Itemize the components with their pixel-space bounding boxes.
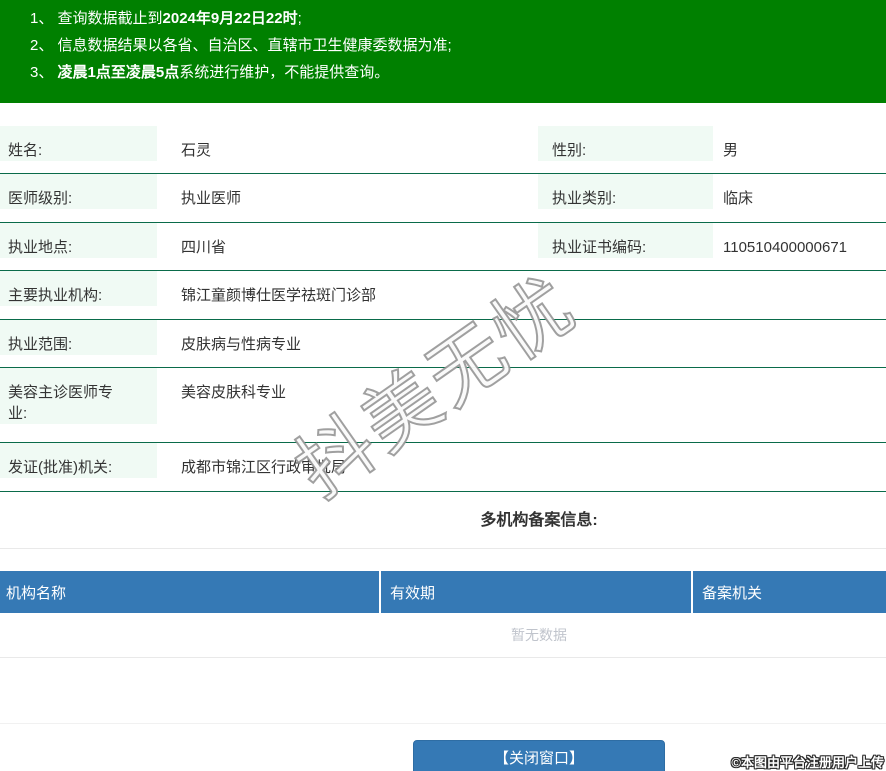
- value-primary-institution: 锦江童颜博仕医学祛斑门诊部: [181, 287, 377, 304]
- value-doctor-level: 执业医师: [181, 190, 242, 207]
- practitioner-info-table: 姓名: 石灵 性别: 男 医师级别: 执业医师 执业类别: 临床 执业地点: 四…: [0, 126, 886, 492]
- label-doctor-level: 医师级别:: [0, 174, 157, 209]
- notice-1-bold: 2024年9月22日22时: [162, 10, 298, 27]
- table-row: 美容主诊医师专业: 美容皮肤科专业: [0, 368, 886, 443]
- column-header-validity-period: 有效期: [381, 571, 693, 613]
- notice-2-text: 2、 信息数据结果以各省、自治区、直辖市卫生健康委数据为准;: [30, 37, 452, 54]
- notice-3-bold: 凌晨1点至凌晨5点: [57, 64, 180, 81]
- label-issuing-authority: 发证(批准)机关:: [0, 443, 157, 478]
- value-name: 石灵: [181, 142, 212, 159]
- label-certificate-number: 执业证书编码:: [538, 223, 713, 258]
- value-practice-scope: 皮肤病与性病专业: [181, 336, 302, 353]
- label-gender: 性别:: [538, 126, 713, 161]
- notice-1-text: 1、 查询数据截止到: [30, 10, 163, 27]
- table-row: 医师级别: 执业医师 执业类别: 临床: [0, 174, 886, 223]
- divider: [0, 548, 886, 549]
- label-practice-location: 执业地点:: [0, 223, 157, 258]
- divider: [0, 657, 886, 658]
- multi-org-table-header: 机构名称 有效期 备案机关: [0, 571, 886, 613]
- column-header-filing-authority: 备案机关: [702, 584, 763, 602]
- practitioner-query-result-page: 1、 查询数据截止到2024年9月22日22时; 2、 信息数据结果以各省、自治…: [0, 0, 886, 771]
- table-row: 执业范围: 皮肤病与性病专业: [0, 320, 886, 368]
- label-practice-category: 执业类别:: [538, 174, 713, 209]
- value-gender: 男: [723, 142, 739, 159]
- value-certificate-number: 110510400000671: [723, 239, 848, 256]
- table-row: 发证(批准)机关: 成都市锦江区行政审批局: [0, 443, 886, 492]
- notice-1-tail: ;: [297, 10, 302, 27]
- value-issuing-authority: 成都市锦江区行政审批局: [181, 459, 347, 476]
- table-row: 执业地点: 四川省 执业证书编码: 110510400000671: [0, 223, 886, 271]
- label-cosmetic-specialty: 美容主诊医师专业:: [0, 368, 157, 424]
- label-primary-institution: 主要执业机构:: [0, 271, 157, 306]
- divider: [0, 723, 886, 724]
- value-cosmetic-specialty: 美容皮肤科专业: [181, 384, 287, 401]
- notice-3-text: 3、: [30, 64, 58, 81]
- multi-org-section-title: 多机构备案信息:: [480, 512, 598, 529]
- value-practice-location: 四川省: [181, 239, 227, 256]
- notice-banner: 1、 查询数据截止到2024年9月22日22时; 2、 信息数据结果以各省、自治…: [0, 0, 886, 103]
- table-row: 姓名: 石灵 性别: 男: [0, 126, 886, 174]
- column-header-institution-name: 机构名称: [0, 571, 381, 613]
- table-row: 主要执业机构: 锦江童颜博仕医学祛斑门诊部: [0, 271, 886, 320]
- label-name: 姓名:: [0, 126, 157, 161]
- notice-3-tail: 系统进行维护，不能提供查询。: [179, 64, 390, 81]
- notice-line-1: 1、 查询数据截止到2024年9月22日22时;: [30, 5, 876, 32]
- upload-credit-watermark: ©本图由平台注册用户上传: [731, 755, 884, 770]
- value-practice-category: 临床: [723, 190, 754, 207]
- close-window-button[interactable]: 【关闭窗口】: [413, 740, 665, 771]
- label-practice-scope: 执业范围:: [0, 320, 157, 355]
- notice-line-3: 3、 凌晨1点至凌晨5点系统进行维护，不能提供查询。: [30, 59, 876, 86]
- notice-line-2: 2、 信息数据结果以各省、自治区、直辖市卫生健康委数据为准;: [30, 32, 876, 59]
- empty-state-text: 暂无数据: [511, 627, 567, 643]
